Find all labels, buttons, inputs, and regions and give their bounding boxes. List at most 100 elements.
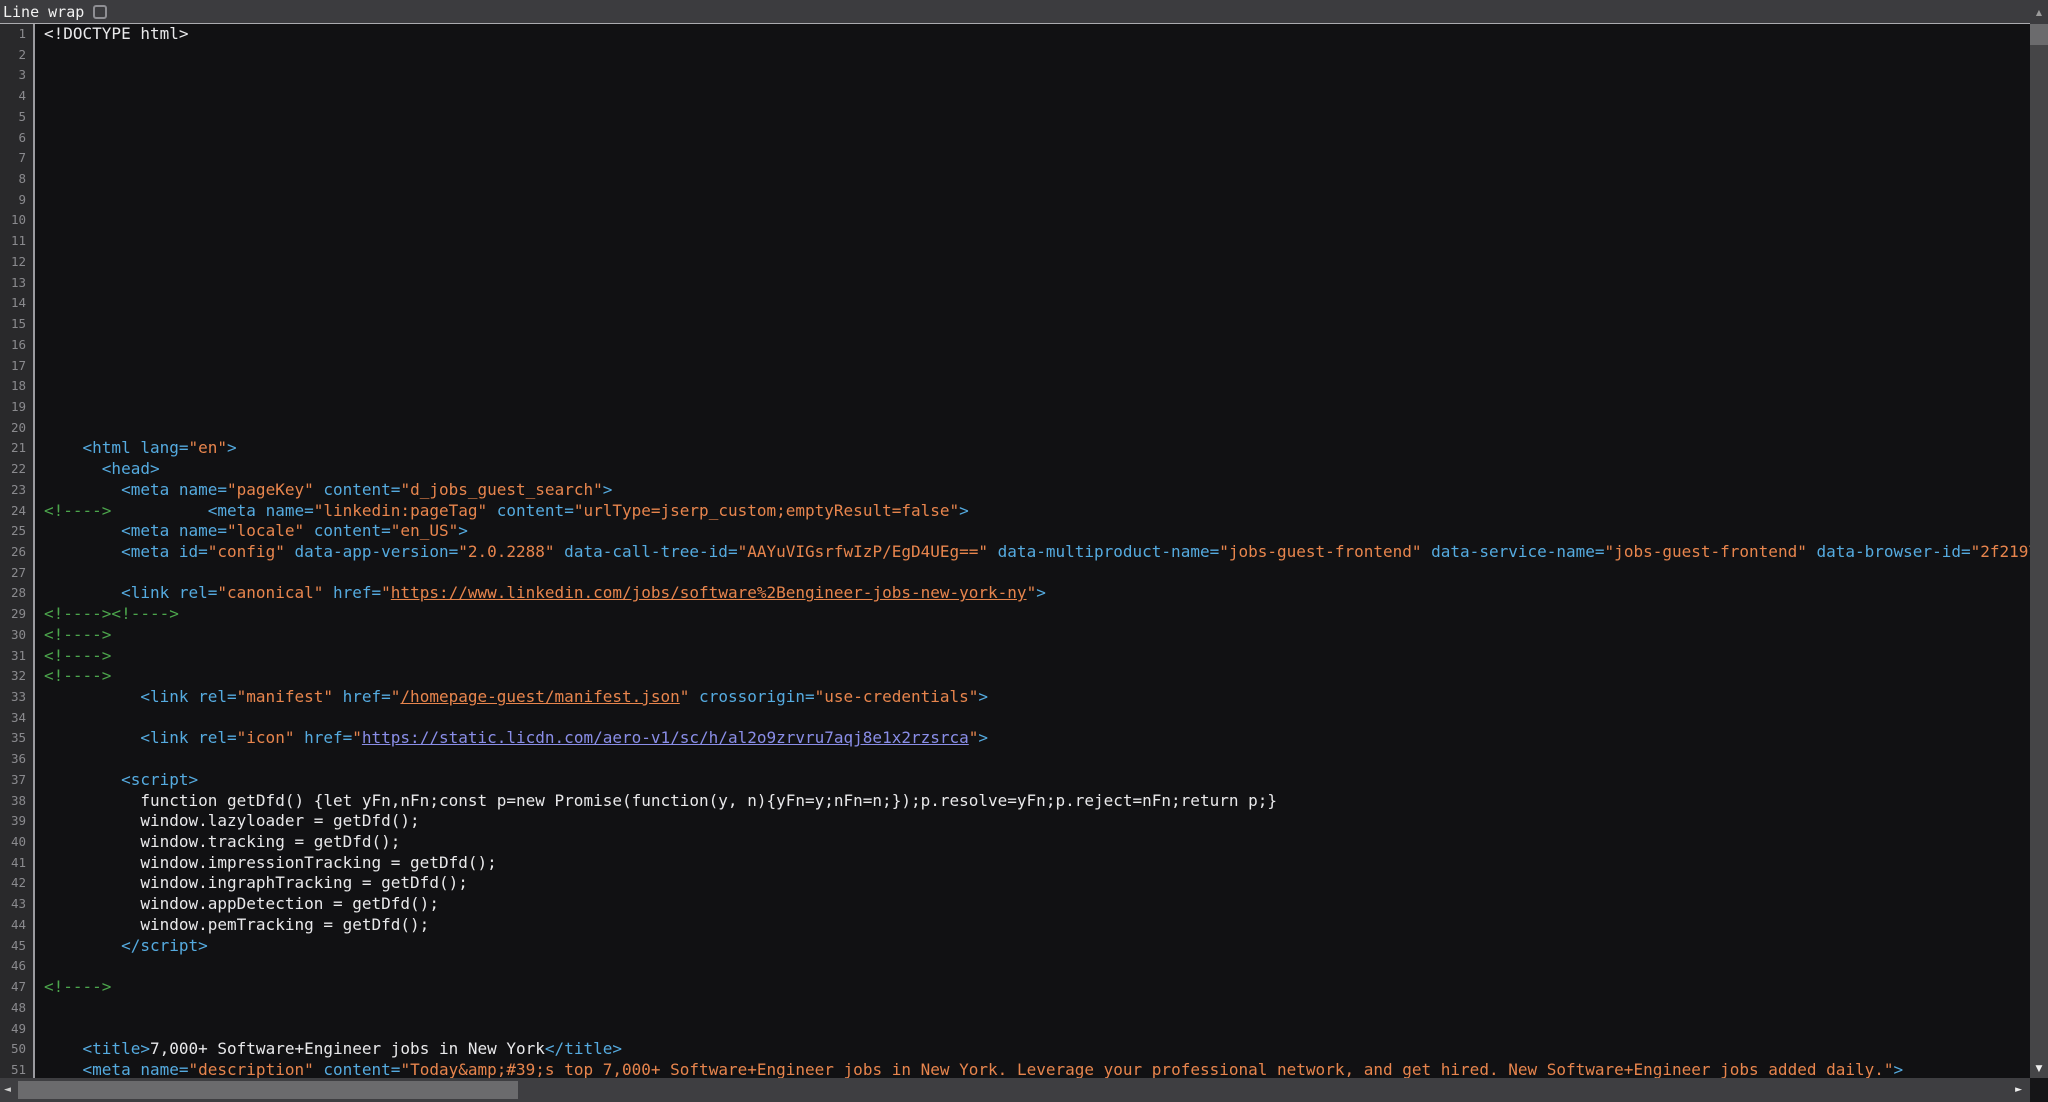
line-number: 8 — [0, 169, 33, 190]
code-line: <meta id="config" data-app-version="2.0.… — [44, 542, 2048, 563]
horizontal-scrollbar[interactable]: ◄ ► — [0, 1078, 2048, 1102]
code-line: <head> — [44, 459, 2048, 480]
code-token: > — [978, 687, 988, 706]
code-token: <meta id= — [44, 542, 208, 561]
code-token: "d_jobs_guest_search" — [400, 480, 602, 499]
line-number: 22 — [0, 459, 33, 480]
code-line — [44, 1019, 2048, 1040]
source-code-area: 1234567891011121314151617181920212223242… — [0, 24, 2048, 1078]
code-line — [44, 998, 2048, 1019]
toolbar: Line wrap — [0, 0, 2048, 24]
scroll-left-button[interactable]: ◄ — [4, 1085, 11, 1095]
line-number: 40 — [0, 832, 33, 853]
code-token: " — [352, 728, 362, 747]
line-number: 10 — [0, 210, 33, 231]
code-line: <meta name="pageKey" content="d_jobs_gue… — [44, 480, 2048, 501]
source-code-lines: <!DOCTYPE html> <html lang="en"> <head> … — [35, 24, 2048, 1078]
code-line — [44, 376, 2048, 397]
scroll-right-button[interactable]: ► — [2015, 1085, 2022, 1095]
line-wrap-checkbox[interactable] — [93, 5, 107, 19]
code-token: " — [1027, 583, 1037, 602]
code-token: content= — [314, 480, 401, 499]
scroll-down-button[interactable]: ▼ — [2030, 1064, 2048, 1074]
scroll-up-button[interactable]: ▲ — [2030, 0, 2048, 24]
code-line — [44, 65, 2048, 86]
line-number: 25 — [0, 521, 33, 542]
code-token: <!----> — [44, 977, 111, 996]
line-number: 47 — [0, 977, 33, 998]
line-wrap-label[interactable]: Line wrap — [3, 3, 84, 21]
code-token: "en_US" — [391, 521, 458, 540]
source-link[interactable]: https://static.licdn.com/aero-v1/sc/h/al… — [362, 728, 969, 747]
line-number: 16 — [0, 335, 33, 356]
code-line: <!----><!----> — [44, 604, 2048, 625]
code-token: " — [969, 728, 979, 747]
code-token: href= — [294, 728, 352, 747]
line-number: 51 — [0, 1060, 33, 1078]
code-token: data-multiproduct-name= — [988, 542, 1219, 561]
code-line: <script> — [44, 770, 2048, 791]
vertical-scrollbar-thumb[interactable] — [2030, 24, 2048, 45]
code-token: " — [680, 687, 690, 706]
vertical-scrollbar[interactable]: ▲ ▼ — [2030, 0, 2048, 1078]
code-line: window.ingraphTracking = getDfd(); — [44, 873, 2048, 894]
code-line: window.pemTracking = getDfd(); — [44, 915, 2048, 936]
code-token: <head> — [44, 459, 160, 478]
code-line: <!----> — [44, 666, 2048, 687]
code-line — [44, 210, 2048, 231]
code-line — [44, 335, 2048, 356]
code-line — [44, 956, 2048, 977]
code-line: <meta name="locale" content="en_US"> — [44, 521, 2048, 542]
line-number: 45 — [0, 936, 33, 957]
code-line: <!----> — [44, 977, 2048, 998]
code-token: href= — [333, 687, 391, 706]
code-line — [44, 418, 2048, 439]
source-link[interactable]: https://www.linkedin.com/jobs/software%2… — [391, 583, 1027, 602]
code-token: > — [603, 480, 613, 499]
code-token: > — [959, 501, 969, 520]
code-token: "use-credentials" — [815, 687, 979, 706]
code-line — [44, 749, 2048, 770]
line-number: 17 — [0, 356, 33, 377]
code-token: <script> — [44, 770, 198, 789]
code-token: <!----><!----> — [44, 604, 179, 623]
code-token: <title> — [44, 1039, 150, 1058]
code-line — [44, 293, 2048, 314]
line-number: 36 — [0, 749, 33, 770]
code-token: <!DOCTYPE html> — [44, 24, 189, 43]
code-token: <!----> — [44, 646, 111, 665]
code-token: <link rel= — [44, 728, 237, 747]
line-number: 13 — [0, 273, 33, 294]
code-token: "locale" — [227, 521, 304, 540]
code-line: <html lang="en"> — [44, 438, 2048, 459]
code-line — [44, 107, 2048, 128]
line-number: 42 — [0, 873, 33, 894]
line-number-gutter: 1234567891011121314151617181920212223242… — [0, 24, 35, 1078]
code-token: > — [978, 728, 988, 747]
code-token: content= — [304, 521, 391, 540]
line-number: 37 — [0, 770, 33, 791]
code-token: function getDfd() {let yFn,nFn;const p=n… — [44, 791, 1277, 810]
code-token: window.tracking = getDfd(); — [44, 832, 400, 851]
code-line — [44, 190, 2048, 211]
code-token: "AAYuVIGsrfwIzP/EgD4UEg==" — [738, 542, 988, 561]
code-line: </script> — [44, 936, 2048, 957]
line-number: 2 — [0, 45, 33, 66]
line-number: 34 — [0, 708, 33, 729]
line-number: 27 — [0, 563, 33, 584]
line-number: 41 — [0, 853, 33, 874]
code-token: <link rel= — [44, 687, 237, 706]
scroll-right-icon: ► — [2015, 1085, 2022, 1095]
line-number: 29 — [0, 604, 33, 625]
code-token: </title> — [545, 1039, 622, 1058]
code-line: function getDfd() {let yFn,nFn;const p=n… — [44, 791, 2048, 812]
line-number: 26 — [0, 542, 33, 563]
horizontal-scrollbar-thumb[interactable] — [18, 1081, 518, 1099]
code-line: <title>7,000+ Software+Engineer jobs in … — [44, 1039, 2048, 1060]
code-token: "2.0.2288" — [458, 542, 554, 561]
code-token: crossorigin= — [689, 687, 814, 706]
code-line — [44, 86, 2048, 107]
line-number: 19 — [0, 397, 33, 418]
source-link[interactable]: /homepage-guest/manifest.json — [400, 687, 679, 706]
line-number: 12 — [0, 252, 33, 273]
